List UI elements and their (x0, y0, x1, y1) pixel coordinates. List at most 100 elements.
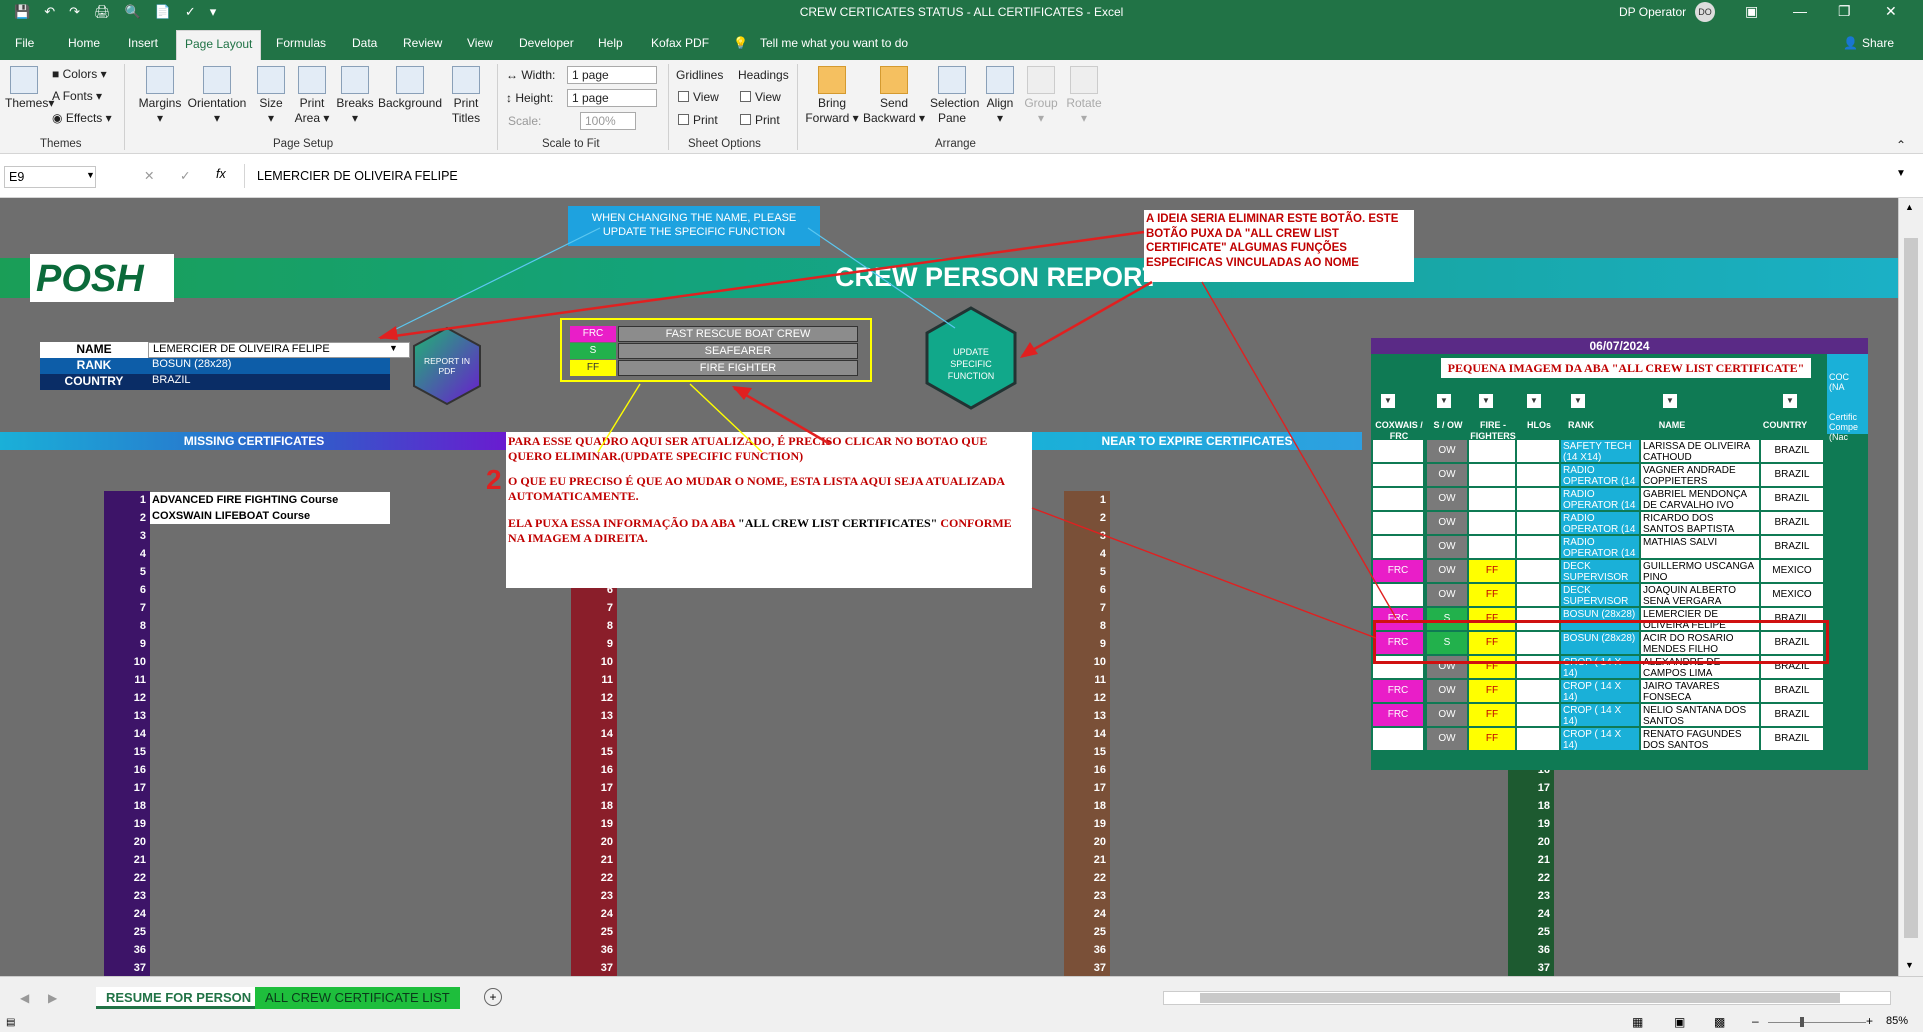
sheet-tabs-bar: ◀ ▶ RESUME FOR PERSON ALL CREW CERTIFICA… (0, 976, 1923, 1032)
insert-function-icon[interactable]: fx (216, 167, 226, 181)
normal-view-icon[interactable]: ▦ (1632, 1015, 1643, 1029)
arrange-group-label: Arrange (935, 138, 976, 150)
tab-developer[interactable]: Developer (519, 36, 574, 50)
rotate-icon (1070, 66, 1098, 94)
next-sheet-icon[interactable]: ▶ (48, 991, 57, 1005)
name-box[interactable]: E9 (4, 166, 96, 188)
minimize-icon[interactable]: — (1793, 3, 1807, 19)
formula-input[interactable]: LEMERCIER DE OLIVEIRA FELIPE (244, 164, 1909, 188)
themes-icon (10, 66, 38, 94)
ribbon-tabs: File Home Insert Page Layout Formulas Da… (0, 24, 1923, 61)
tab-data[interactable]: Data (352, 36, 377, 50)
horizontal-scroll-thumb[interactable] (1200, 993, 1840, 1003)
tab-home[interactable]: Home (68, 36, 100, 50)
width-select[interactable]: 1 page (567, 66, 657, 84)
gridlines-label: Gridlines (676, 68, 724, 82)
align-icon (986, 66, 1014, 94)
lightbulb-icon: 💡 (733, 36, 748, 50)
send-backward-icon (880, 66, 908, 94)
print-titles-button[interactable]: Print Titles (448, 66, 484, 126)
cancel-icon[interactable]: ✕ (144, 168, 154, 183)
tab-review[interactable]: Review (403, 36, 442, 50)
size-icon (257, 66, 285, 94)
vertical-scroll-thumb[interactable] (1904, 238, 1918, 938)
gridlines-print-checkbox[interactable]: Print (678, 113, 718, 127)
themes-group-label: Themes (40, 138, 82, 150)
height-label: ↕ Height: (506, 91, 554, 105)
prev-sheet-icon[interactable]: ◀ (20, 991, 29, 1005)
background-button[interactable]: Background (377, 66, 443, 111)
tab-page-layout[interactable]: Page Layout (176, 30, 262, 61)
bring-forward-button[interactable]: Bring Forward ▾ (805, 66, 859, 126)
send-backward-button[interactable]: Send Backward ▾ (862, 66, 926, 126)
print-titles-icon (452, 66, 480, 94)
zoom-slider[interactable] (1768, 1022, 1866, 1023)
fonts-button[interactable]: A Fonts ▾ (52, 89, 102, 103)
ready-icon: ▤ (6, 1017, 16, 1028)
background-icon (396, 66, 424, 94)
tab-insert[interactable]: Insert (128, 36, 158, 50)
name-box-dropdown-icon[interactable]: ▼ (86, 170, 95, 180)
gridlines-view-checkbox[interactable]: View (678, 90, 719, 104)
avatar[interactable]: DO (1695, 2, 1715, 22)
selection-pane-icon (938, 66, 966, 94)
sheet-tab-resume[interactable]: RESUME FOR PERSON (96, 987, 262, 1009)
sheet-options-group-label: Sheet Options (688, 138, 761, 150)
zoom-level[interactable]: 85% (1886, 1015, 1908, 1027)
ribbon-display-icon[interactable]: ▣ (1745, 3, 1758, 20)
vertical-scrollbar[interactable]: ▲ ▼ (1898, 198, 1923, 976)
close-icon[interactable]: ✕ (1885, 3, 1897, 20)
title-bar: 💾 ↶ ↷ 🖨 🔍 📄 ✓ ▾ CREW CERTICATES STATUS -… (0, 0, 1923, 24)
print-area-button[interactable]: Print Area ▾ (292, 66, 332, 126)
margins-button[interactable]: Margins ▾ (135, 66, 185, 126)
page-layout-view-icon[interactable]: ▣ (1674, 1015, 1685, 1029)
tab-kofax-pdf[interactable]: Kofax PDF (651, 36, 709, 50)
expand-formula-icon[interactable]: ▼ (1896, 168, 1906, 179)
tell-me-search[interactable]: Tell me what you want to do (760, 36, 908, 50)
colors-button[interactable]: ■ Colors ▾ (52, 67, 107, 81)
headings-print-checkbox[interactable]: Print (740, 113, 780, 127)
collapse-ribbon-icon[interactable]: ⌃ (1896, 138, 1906, 152)
headings-label: Headings (738, 68, 789, 82)
themes-button[interactable]: Themes▾ (5, 66, 54, 111)
share-button[interactable]: Share (1862, 36, 1894, 50)
restore-icon[interactable]: ❐ (1838, 3, 1851, 20)
user-name[interactable]: DP Operator (1619, 5, 1686, 19)
scroll-up-icon[interactable]: ▲ (1905, 202, 1914, 212)
zoom-in-icon[interactable]: + (1866, 1014, 1873, 1028)
zoom-out-icon[interactable]: – (1752, 1014, 1759, 1028)
effects-button[interactable]: ◉ Effects ▾ (52, 111, 112, 125)
scale-input[interactable]: 100% (580, 112, 636, 130)
align-button[interactable]: Align ▾ (983, 66, 1017, 126)
group-button[interactable]: Group ▾ (1024, 66, 1058, 126)
scale-group-label: Scale to Fit (542, 138, 600, 150)
rotate-button[interactable]: Rotate ▾ (1064, 66, 1104, 126)
orientation-icon (203, 66, 231, 94)
scroll-down-icon[interactable]: ▼ (1905, 960, 1914, 970)
horizontal-scrollbar[interactable] (1163, 991, 1891, 1005)
tab-view[interactable]: View (467, 36, 493, 50)
annotation-arrows (378, 227, 1397, 639)
page-break-view-icon[interactable]: ▩ (1714, 1015, 1725, 1029)
selection-pane-button[interactable]: Selection Pane (930, 66, 979, 126)
width-label: ↔ Width: (506, 68, 556, 82)
zoom-slider-thumb[interactable] (1800, 1017, 1804, 1027)
breaks-icon (341, 66, 369, 94)
tab-formulas[interactable]: Formulas (276, 36, 326, 50)
tab-help[interactable]: Help (598, 36, 623, 50)
worksheet-area[interactable]: WHEN CHANGING THE NAME, PLEASE UPDATE TH… (0, 198, 1898, 976)
print-area-icon (298, 66, 326, 94)
enter-icon[interactable]: ✓ (180, 168, 190, 183)
headings-view-checkbox[interactable]: View (740, 90, 781, 104)
size-button[interactable]: Size ▾ (256, 66, 286, 126)
tab-file[interactable]: File (15, 36, 34, 50)
add-sheet-icon[interactable]: + (484, 988, 502, 1006)
sheet-tab-all-crew[interactable]: ALL CREW CERTIFICATE LIST (255, 987, 460, 1009)
breaks-button[interactable]: Breaks ▾ (336, 66, 374, 126)
page-setup-group-label: Page Setup (273, 138, 334, 150)
margins-icon (146, 66, 174, 94)
share-icon[interactable]: 👤 (1843, 36, 1858, 50)
height-select[interactable]: 1 page (567, 89, 657, 107)
orientation-button[interactable]: Orientation ▾ (186, 66, 248, 126)
scale-label: Scale: (508, 114, 542, 128)
